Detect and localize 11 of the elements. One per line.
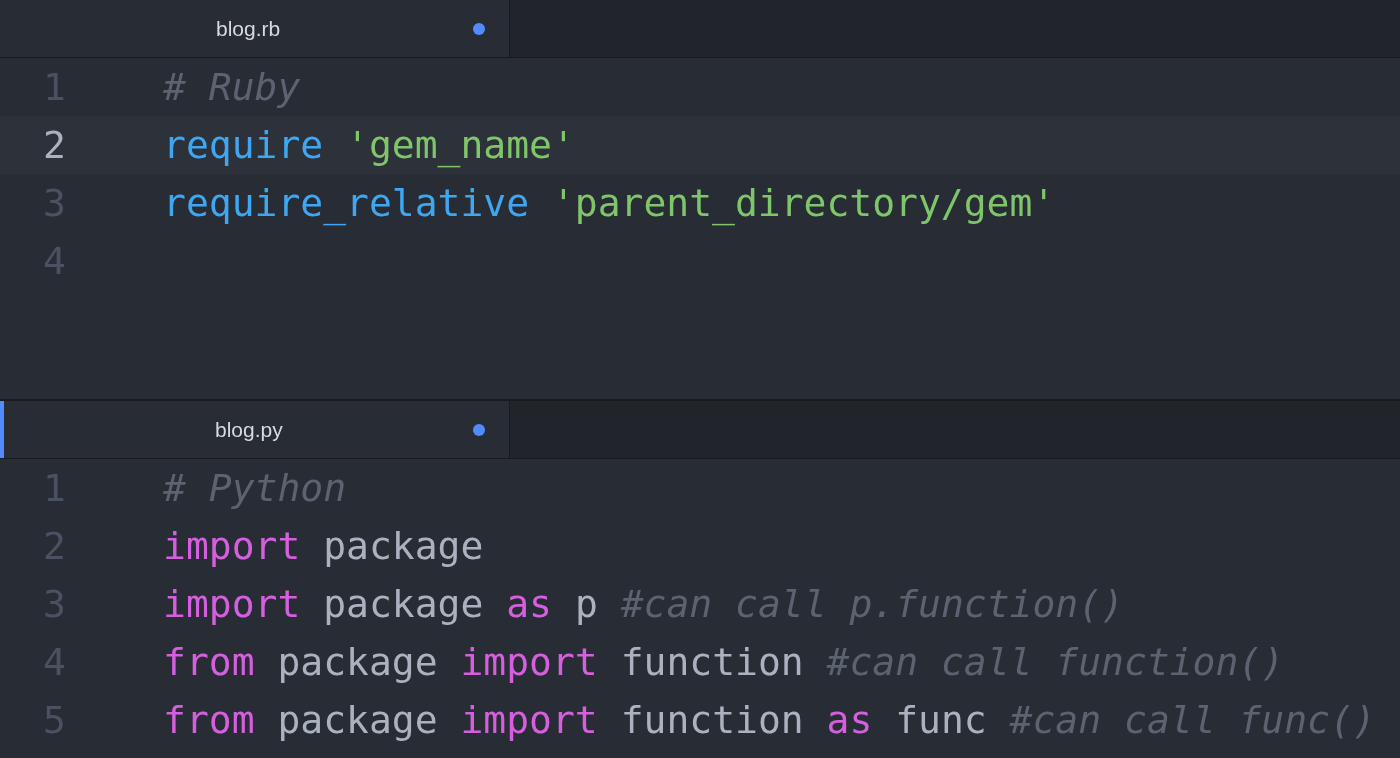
code-line: # Ruby [163, 65, 301, 109]
line-number: 2 [42, 123, 66, 167]
code-line: import package as p #can call p.function() [163, 582, 1124, 626]
code-line: # Python [163, 466, 347, 510]
code-line: require 'gem_name' [163, 123, 575, 167]
file-tab[interactable]: blog.py [0, 401, 510, 458]
code-line: import package [163, 524, 484, 568]
code-line: from package import function as func #can call func() [163, 698, 1376, 742]
code-line: from package import function #can call function() [163, 640, 1285, 684]
file-tab[interactable]: blog.rb [0, 0, 510, 57]
code-line: require_relative 'parent_directory/gem' [163, 181, 1056, 225]
